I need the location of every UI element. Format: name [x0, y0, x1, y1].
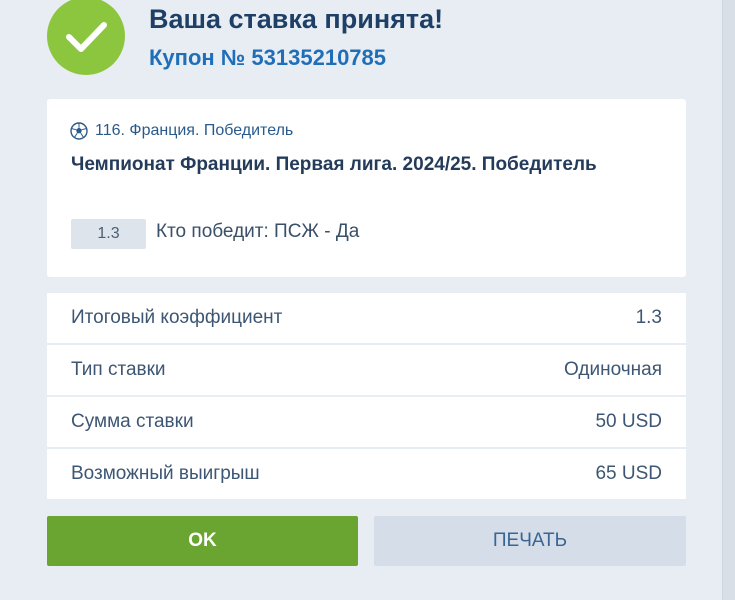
coupon-number: Купон № 53135210785 — [149, 45, 387, 70]
success-check-icon — [47, 0, 125, 75]
summary-label: Тип ставки — [71, 359, 166, 380]
event-title: Чемпионат Франции. Первая лига. 2024/25.… — [71, 154, 597, 175]
summary-label: Итоговый коэффициент — [71, 307, 283, 328]
dialog-title: Ваша ставка принята! — [149, 4, 444, 34]
summary-row-bet-type: Тип ставки Одиночная — [47, 345, 686, 395]
bet-summary: Итоговый коэффициент 1.3 Тип ставки Один… — [47, 293, 686, 501]
event-header: 116. Франция. Победитель — [70, 122, 293, 140]
event-header-text: 116. Франция. Победитель — [95, 122, 294, 139]
summary-value: 65 USD — [595, 463, 662, 484]
summary-label: Возможный выигрыш — [71, 463, 260, 484]
summary-value: Одиночная — [564, 359, 662, 380]
summary-row-total-odds: Итоговый коэффициент 1.3 — [47, 293, 686, 343]
summary-value: 50 USD — [595, 411, 662, 432]
print-button[interactable]: ПЕЧАТЬ — [374, 516, 686, 566]
summary-row-stake: Сумма ставки 50 USD — [47, 397, 686, 447]
summary-value: 1.3 — [635, 307, 662, 328]
background-edge — [722, 0, 735, 600]
summary-label: Сумма ставки — [71, 411, 194, 432]
event-card: 116. Франция. Победитель Чемпионат Франц… — [47, 99, 686, 277]
pick-text: Кто победит: ПСЖ - Да — [156, 221, 360, 242]
ok-button[interactable]: OK — [47, 516, 358, 566]
odds-badge: 1.3 — [71, 219, 146, 249]
soccer-ball-icon — [70, 122, 88, 140]
summary-row-possible-win: Возможный выигрыш 65 USD — [47, 449, 686, 499]
bet-accepted-dialog: Ваша ставка принята! Купон № 53135210785… — [0, 0, 722, 600]
